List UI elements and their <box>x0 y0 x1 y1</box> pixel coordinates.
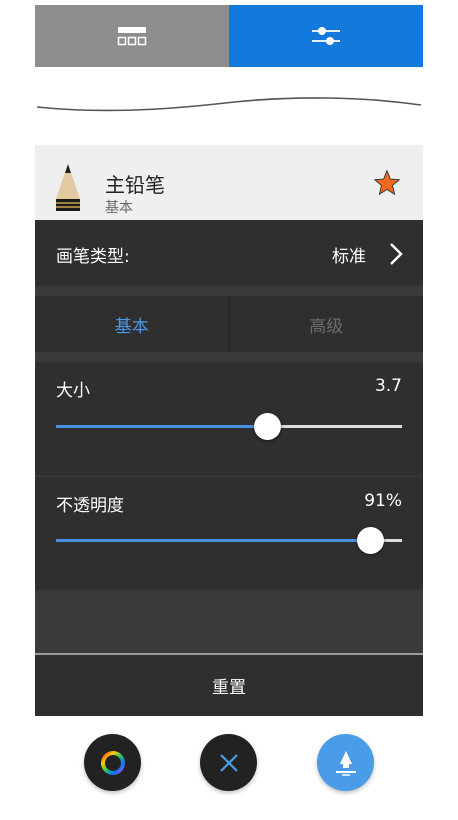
color-wheel-icon <box>100 750 125 775</box>
size-slider[interactable] <box>56 413 402 440</box>
size-slider-fill <box>56 425 268 428</box>
brush-tool-icon <box>335 750 356 776</box>
tab-advanced[interactable]: 高级 <box>229 296 423 352</box>
brush-category: 基本 <box>105 200 133 216</box>
empty-settings-area <box>35 590 423 654</box>
close-button[interactable] <box>200 734 257 791</box>
opacity-setting: 不透明度 91% <box>35 477 423 591</box>
brush-name: 主铅笔 <box>105 173 165 197</box>
brush-type-value: 标准 <box>332 247 366 267</box>
section-divider <box>35 352 423 362</box>
size-label: 大小 <box>56 381 90 401</box>
brush-tool-button[interactable] <box>317 734 374 791</box>
size-value: 3.7 <box>374 376 402 396</box>
brush-settings-panel: 画笔类型: 标准 基本 高级 大小 3.7 不透明度 91% 重置 <box>35 220 423 716</box>
settings-subtabs: 基本 高级 <box>35 296 423 352</box>
star-icon[interactable] <box>373 169 401 197</box>
brush-type-row[interactable]: 画笔类型: 标准 <box>35 220 423 286</box>
reset-button[interactable]: 重置 <box>35 655 423 716</box>
opacity-slider-thumb[interactable] <box>357 527 385 554</box>
opacity-label: 不透明度 <box>56 496 124 516</box>
opacity-slider-fill <box>56 539 371 542</box>
opacity-value: 91% <box>364 491 402 511</box>
close-icon <box>219 753 238 772</box>
opacity-slider[interactable] <box>56 527 402 554</box>
size-setting: 大小 3.7 <box>35 362 423 476</box>
section-divider <box>35 286 423 296</box>
brush-type-label: 画笔类型: <box>56 247 130 267</box>
brush-library-tab[interactable] <box>35 5 229 67</box>
brush-grid-icon <box>117 27 147 46</box>
brush-header: 主铅笔 基本 <box>35 145 423 220</box>
top-tab-bar <box>35 5 423 67</box>
sliders-icon <box>312 27 340 45</box>
pencil-brush-icon <box>56 164 80 211</box>
brush-settings-tab[interactable] <box>229 5 423 67</box>
color-button[interactable] <box>84 734 141 791</box>
size-slider-thumb[interactable] <box>253 413 281 440</box>
tab-basic[interactable]: 基本 <box>35 296 230 352</box>
chevron-right-icon <box>390 243 403 265</box>
stroke-preview <box>35 85 423 125</box>
